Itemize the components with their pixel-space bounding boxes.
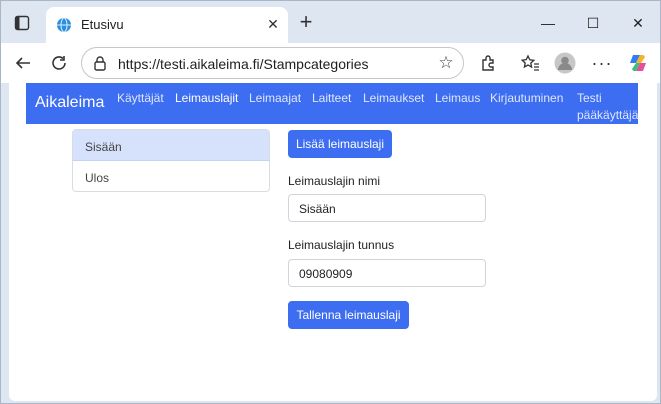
browser-window: Etusivu ✕ + — ☐ ✕ https://testi.aikaleim… [0, 0, 661, 404]
url-text[interactable]: https://testi.aikaleima.fi/Stampcategori… [118, 56, 369, 72]
close-window-icon[interactable]: ✕ [628, 13, 648, 33]
minimize-icon[interactable]: — [538, 13, 558, 33]
nav-link-leimaajat[interactable]: Leimaajat [249, 91, 301, 105]
nav-link-kayttajat[interactable]: Käyttäjät [117, 91, 164, 105]
extensions-icon[interactable] [476, 51, 500, 75]
web-page: Aikaleima Käyttäjät Leimauslajit Leimaaj… [9, 83, 657, 401]
browser-toolbar: https://testi.aikaleima.fi/Stampcategori… [1, 43, 660, 83]
address-bar[interactable]: https://testi.aikaleima.fi/Stampcategori… [81, 47, 464, 79]
tab-title: Etusivu [81, 17, 124, 32]
site-navbar: Aikaleima Käyttäjät Leimauslajit Leimaaj… [26, 83, 638, 124]
reload-icon[interactable] [47, 51, 71, 75]
category-list: Sisään Ulos [72, 129, 270, 192]
close-tab-icon[interactable]: ✕ [264, 15, 282, 33]
nav-link-leimauslajit[interactable]: Leimauslajit [175, 91, 238, 105]
copilot-icon[interactable] [626, 51, 650, 75]
nav-link-testi-paakayttaja[interactable]: Testi pääkäyttäjä [577, 90, 638, 124]
star-icon[interactable]: ☆ [436, 53, 456, 73]
more-icon[interactable]: ··· [590, 51, 614, 75]
nav-link-leimaus[interactable]: Leimaus [435, 91, 480, 105]
nav-link-user-line2: pääkäyttäjä [577, 108, 639, 122]
tab-bar: Etusivu ✕ + — ☐ ✕ [1, 1, 660, 43]
save-category-button[interactable]: Tallenna leimauslaji [288, 301, 409, 329]
globe-icon [56, 17, 72, 33]
profile-avatar-icon[interactable] [553, 51, 577, 75]
nav-link-laitteet[interactable]: Laitteet [312, 91, 351, 105]
list-item-ulos[interactable]: Ulos [73, 161, 269, 191]
lock-icon[interactable] [92, 55, 108, 71]
back-arrow-icon[interactable] [11, 51, 35, 75]
brand-link[interactable]: Aikaleima [35, 94, 104, 112]
favorites-icon[interactable] [518, 51, 542, 75]
window-icon[interactable] [13, 14, 31, 32]
code-label: Leimauslajin tunnus [288, 238, 395, 252]
nav-link-leimaukset[interactable]: Leimaukset [363, 91, 424, 105]
name-input[interactable]: Sisään [288, 194, 486, 222]
maximize-icon[interactable]: ☐ [583, 13, 603, 33]
name-label: Leimauslajin nimi [288, 174, 381, 188]
browser-tab[interactable]: Etusivu ✕ [46, 7, 288, 43]
new-tab-icon[interactable]: + [295, 11, 317, 34]
nav-link-kirjautuminen[interactable]: Kirjautuminen [490, 91, 563, 105]
add-category-button[interactable]: Lisää leimauslaji [288, 130, 392, 158]
nav-link-user-line1: Testi [577, 91, 602, 105]
list-item-sisaan[interactable]: Sisään [73, 130, 269, 161]
code-input[interactable]: 09080909 [288, 259, 486, 287]
